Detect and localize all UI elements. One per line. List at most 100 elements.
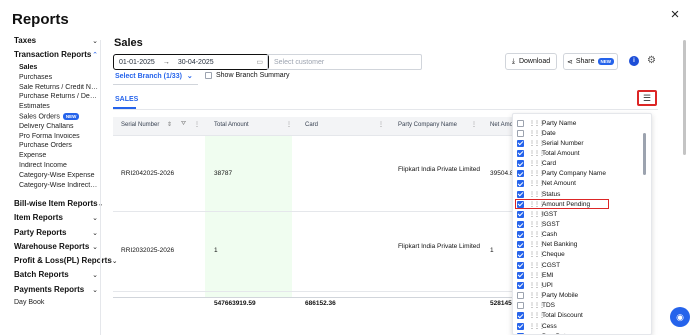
checkbox-checked[interactable]	[517, 180, 524, 188]
column-settings-button[interactable]: ☰	[637, 90, 657, 106]
sidebar-item[interactable]: Category-Wise Indirect Income	[19, 182, 99, 189]
info-icon[interactable]: i	[629, 56, 639, 66]
dropdown-scrollbar[interactable]	[643, 133, 646, 175]
column-option[interactable]: ⋮⋮⋮ TDS	[513, 301, 643, 311]
column-option[interactable]: ⋮⋮⋮Due Date	[513, 331, 643, 334]
column-menu-icon[interactable]: ⋮	[286, 121, 292, 128]
checkbox-checked[interactable]	[517, 322, 524, 330]
checkbox-unchecked[interactable]	[517, 292, 524, 300]
checkbox-checked[interactable]	[517, 139, 524, 147]
column-option-label: Party Name	[542, 119, 577, 127]
checkbox-unchecked[interactable]	[517, 302, 524, 310]
column-option[interactable]: ⋮⋮⋮ Net Banking	[513, 240, 643, 250]
column-menu-icon[interactable]: ⋮	[194, 121, 200, 128]
sidebar-item[interactable]: Indirect Income	[19, 162, 99, 169]
column-option[interactable]: ⋮⋮⋮ Status	[513, 189, 643, 199]
column-option[interactable]: ⋮⋮⋮ Date	[513, 128, 643, 138]
sidebar-item[interactable]: Purchase Returns / Debit Notes	[19, 93, 99, 100]
branch-summary-toggle[interactable]: Show Branch Summary	[205, 72, 290, 79]
checkbox-checked[interactable]	[517, 190, 524, 198]
download-button[interactable]: ⤓ Download	[505, 53, 557, 70]
column-option[interactable]: ⋮⋮⋮ EMI	[513, 270, 643, 280]
checkbox-checked[interactable]	[517, 221, 524, 228]
column-option[interactable]: ⋮⋮⋮ CGST	[513, 260, 643, 270]
sidebar-item[interactable]: Category-Wise Expense	[19, 172, 99, 179]
checkbox-checked[interactable]	[517, 261, 524, 269]
chat-icon[interactable]: ◉	[670, 307, 690, 327]
sidebar-item[interactable]: Purchase Orders	[19, 142, 99, 149]
sidebar-section[interactable]: Bill-wise Item Reports⌄	[14, 199, 103, 208]
column-option[interactable]: ⋮⋮⋮ Total Discount	[513, 311, 643, 321]
sidebar-item[interactable]: Estimates	[19, 103, 99, 110]
checkbox-checked[interactable]	[517, 251, 524, 259]
column-option[interactable]: ⋮⋮⋮ Cheque	[513, 250, 643, 260]
sidebar-item[interactable]: Expense	[19, 152, 99, 159]
column-header-card[interactable]: Card	[305, 122, 318, 128]
column-option[interactable]: ⋮⋮⋮ Net Amount	[513, 179, 643, 189]
close-icon[interactable]: ×	[668, 7, 682, 22]
checkbox-unchecked[interactable]	[517, 129, 524, 137]
sidebar-section[interactable]: Party Reports ⌄	[14, 228, 98, 237]
checkbox-checked[interactable]	[517, 160, 524, 168]
column-menu-icon[interactable]: ⋮	[378, 121, 384, 128]
tab-sales[interactable]: SALES	[115, 96, 138, 103]
column-option[interactable]: ⋮⋮⋮ Cash	[513, 230, 643, 240]
column-option[interactable]: ⋮⋮⋮ Card	[513, 159, 643, 169]
share-icon: ⋖	[566, 58, 573, 66]
date-range-picker[interactable]: 01-01-2025 → 30-04-2025 ▭	[113, 54, 269, 70]
column-option[interactable]: ⋮⋮⋮ Total Amount	[513, 148, 643, 158]
sidebar-item-day-book[interactable]: Day Book	[14, 299, 94, 306]
sidebar-divider	[100, 40, 101, 335]
sidebar-section-label: Party Reports	[14, 228, 67, 237]
checkbox-checked[interactable]	[517, 170, 524, 178]
sidebar-item[interactable]: Purchases	[19, 74, 99, 81]
column-option[interactable]: ⋮⋮⋮ Party Mobile	[513, 291, 643, 301]
checkbox-checked[interactable]	[517, 200, 524, 208]
column-header-net[interactable]: Net Amo	[490, 122, 513, 128]
column-header-total[interactable]: Total Amount	[214, 122, 249, 128]
checkbox-checked[interactable]	[517, 149, 524, 157]
branch-select[interactable]: Select Branch (1/33) ⌄	[115, 72, 193, 81]
column-option[interactable]: ⋮⋮⋮ Party Name	[513, 118, 643, 128]
column-option[interactable]: ⋮⋮⋮ Serial Number	[513, 138, 643, 148]
column-option[interactable]: ⋮⋮⋮ Party Company Name	[513, 169, 643, 179]
column-menu-icon[interactable]: ⋮	[471, 121, 477, 128]
sidebar-section[interactable]: Item Reports ⌄	[14, 213, 98, 222]
column-header-serial[interactable]: Serial Number	[121, 122, 159, 128]
sidebar-item[interactable]: Sales	[19, 64, 99, 71]
checkbox-checked[interactable]	[517, 241, 524, 249]
chevron-down-icon: ⌄	[92, 214, 98, 222]
column-option[interactable]: ⋮⋮⋮ Cess	[513, 321, 643, 331]
checkbox-unchecked[interactable]	[517, 119, 524, 127]
sidebar-section[interactable]: Batch Reports ⌄	[14, 270, 98, 279]
customer-select[interactable]: Select customer	[267, 54, 422, 70]
sidebar-section[interactable]: Payments Reports ⌄	[14, 285, 98, 294]
share-button[interactable]: ⋖ Share NEW	[563, 53, 618, 70]
sidebar-item[interactable]: Pro Forma Invoices	[19, 133, 99, 140]
sidebar-section[interactable]: Warehouse Reports ⌄	[14, 242, 98, 251]
checkbox-checked[interactable]	[517, 271, 524, 279]
sidebar-item[interactable]: Sales Orders NEW	[19, 113, 99, 120]
column-option[interactable]: ⋮⋮⋮ UPI	[513, 280, 643, 290]
checkbox-checked[interactable]	[517, 281, 524, 289]
sidebar-item[interactable]: Delivery Challans	[19, 123, 99, 130]
sidebar-item[interactable]: Sale Returns / Credit Notes	[19, 84, 99, 91]
page-scrollbar[interactable]	[683, 40, 686, 155]
checkbox-checked[interactable]	[517, 231, 524, 239]
sort-icon[interactable]: ⇕	[167, 121, 172, 128]
column-option-label: Party Company Name	[542, 170, 606, 178]
new-badge: NEW	[597, 58, 615, 65]
checkbox[interactable]	[205, 72, 212, 79]
column-option[interactable]: ⋮⋮⋮ IGST	[513, 209, 643, 219]
column-header-party[interactable]: Party Company Name	[398, 122, 457, 128]
column-option[interactable]: ⋮⋮⋮ Amount Pending	[513, 199, 643, 210]
filter-icon[interactable]: ⛛	[181, 121, 186, 128]
checkbox-checked[interactable]	[517, 312, 524, 320]
sidebar-section[interactable]: Profit & Loss(PL) Reports ⌄	[14, 256, 118, 265]
sidebar-section[interactable]: Transaction Reports ⌃	[14, 50, 98, 59]
report-title: Sales	[114, 37, 143, 49]
sidebar-section[interactable]: Taxes ⌄	[14, 36, 98, 45]
checkbox-checked[interactable]	[517, 210, 524, 218]
gear-icon[interactable]: ⚙	[647, 55, 656, 66]
column-option[interactable]: ⋮⋮⋮ SGST	[513, 220, 643, 230]
